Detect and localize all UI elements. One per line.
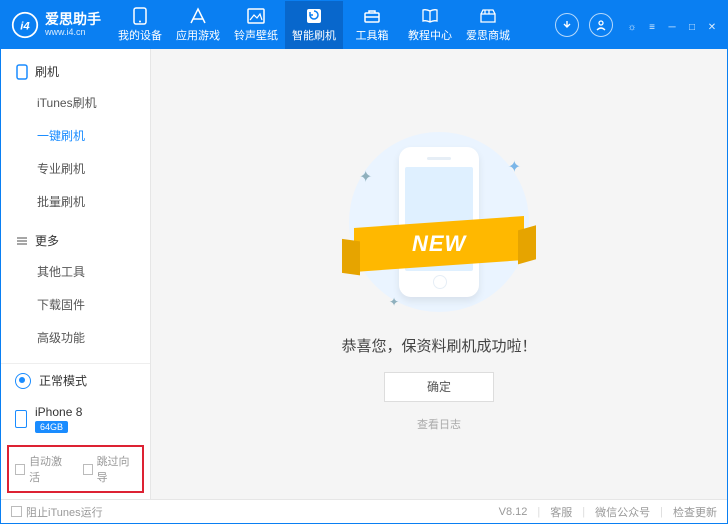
nav-store[interactable]: 爱思商城 <box>459 1 517 49</box>
menu-icon[interactable]: ≡ <box>645 20 659 34</box>
version-label: V8.12 <box>499 506 528 518</box>
minimize-icon[interactable]: ─ <box>665 20 679 34</box>
separator: | <box>660 506 663 518</box>
sparkle-icon: ✦ <box>359 167 372 187</box>
checkbox-icon <box>83 464 93 475</box>
image-icon <box>247 7 265 25</box>
apps-icon <box>189 7 207 25</box>
support-link[interactable]: 客服 <box>550 504 572 520</box>
success-illustration: ✦ ✦ ✦ NEW <box>339 127 539 317</box>
sidebar: 刷机 iTunes刷机 一键刷机 专业刷机 批量刷机 更多 其他工具 下 <box>1 49 151 499</box>
nav-label: 智能刷机 <box>292 27 336 43</box>
body: 刷机 iTunes刷机 一键刷机 专业刷机 批量刷机 更多 其他工具 下 <box>1 49 727 499</box>
logo[interactable]: i4 爱思助手 www.i4.cn <box>1 11 111 39</box>
check-skip-wizard[interactable]: 跳过向导 <box>83 453 137 485</box>
title-bar: i4 爱思助手 www.i4.cn 我的设备 应用游戏 <box>1 1 727 49</box>
sidebar-item-pro-flash[interactable]: 专业刷机 <box>1 152 150 185</box>
ok-button[interactable]: 确定 <box>384 372 494 402</box>
checkbox-icon <box>11 506 22 517</box>
nav-label: 教程中心 <box>408 27 452 43</box>
svg-text:i4: i4 <box>20 20 30 32</box>
sidebar-bottom: 正常模式 iPhone 8 64GB 自动激活 <box>1 363 150 499</box>
view-log-link[interactable]: 查看日志 <box>417 416 461 432</box>
brand-name: 爱思助手 <box>45 12 101 27</box>
status-bar: 阻止iTunes运行 V8.12 | 客服 | 微信公众号 | 检查更新 <box>1 499 727 523</box>
sidebar-group-more: 更多 其他工具 下载固件 高级功能 <box>1 226 150 354</box>
download-icon[interactable] <box>555 13 579 37</box>
sidebar-item-itunes-flash[interactable]: iTunes刷机 <box>1 86 150 119</box>
nav-label: 爱思商城 <box>466 27 510 43</box>
sidebar-item-oneclick-flash[interactable]: 一键刷机 <box>1 119 150 152</box>
sparkle-icon: ✦ <box>389 295 399 309</box>
window-controls: ☼ ≡ ─ □ ✕ <box>625 16 727 34</box>
sidebar-title-flash[interactable]: 刷机 <box>1 57 150 86</box>
mode-label: 正常模式 <box>39 372 87 389</box>
app-window: i4 爱思助手 www.i4.cn 我的设备 应用游戏 <box>0 0 728 524</box>
list-icon <box>15 234 29 248</box>
user-icon[interactable] <box>589 13 613 37</box>
skin-icon[interactable]: ☼ <box>625 20 639 34</box>
sidebar-item-download-firmware[interactable]: 下载固件 <box>1 288 150 321</box>
toolbox-icon <box>363 7 381 25</box>
nav-label: 我的设备 <box>118 27 162 43</box>
checkbox-icon <box>15 464 25 475</box>
separator: | <box>537 506 540 518</box>
wechat-link[interactable]: 微信公众号 <box>595 504 650 520</box>
device-mode[interactable]: 正常模式 <box>1 364 150 397</box>
nav-ringtones[interactable]: 铃声壁纸 <box>227 1 285 49</box>
nav-toolbox[interactable]: 工具箱 <box>343 1 401 49</box>
device-info[interactable]: iPhone 8 64GB <box>1 397 150 441</box>
check-label: 自动激活 <box>29 453 68 485</box>
check-label: 跳过向导 <box>97 453 136 485</box>
storage-badge: 64GB <box>35 421 68 433</box>
separator: | <box>582 506 585 518</box>
main-panel: ✦ ✦ ✦ NEW 恭喜您，保资料刷机成功啦！ 确定 查看日志 <box>151 49 727 499</box>
sparkle-icon: ✦ <box>508 157 521 177</box>
ribbon-text: NEW <box>412 231 466 257</box>
status-right: V8.12 | 客服 | 微信公众号 | 检查更新 <box>499 504 717 520</box>
nav-apps[interactable]: 应用游戏 <box>169 1 227 49</box>
sidebar-item-batch-flash[interactable]: 批量刷机 <box>1 185 150 218</box>
refresh-icon <box>305 7 323 25</box>
mode-dot-icon <box>15 373 31 389</box>
check-prevent-itunes[interactable]: 阻止iTunes运行 <box>11 504 103 520</box>
sidebar-title-label: 更多 <box>35 232 59 249</box>
book-icon <box>421 7 439 25</box>
success-message: 恭喜您，保资料刷机成功啦！ <box>341 335 536 356</box>
nav-label: 铃声壁纸 <box>234 27 278 43</box>
logo-icon: i4 <box>11 11 39 39</box>
check-auto-activate[interactable]: 自动激活 <box>15 453 69 485</box>
nav-label: 应用游戏 <box>176 27 220 43</box>
phone-icon <box>131 7 149 25</box>
highlighted-checks: 自动激活 跳过向导 <box>7 445 144 493</box>
phone-outline-icon <box>15 65 29 79</box>
sidebar-title-label: 刷机 <box>35 63 59 80</box>
close-icon[interactable]: ✕ <box>705 20 719 34</box>
nav-my-device[interactable]: 我的设备 <box>111 1 169 49</box>
maximize-icon[interactable]: □ <box>685 20 699 34</box>
device-phone-icon <box>15 410 27 428</box>
check-label: 阻止iTunes运行 <box>26 504 103 520</box>
sidebar-group-flash: 刷机 iTunes刷机 一键刷机 专业刷机 批量刷机 <box>1 57 150 218</box>
update-link[interactable]: 检查更新 <box>673 504 717 520</box>
store-icon <box>479 7 497 25</box>
sidebar-title-more[interactable]: 更多 <box>1 226 150 255</box>
sidebar-item-advanced[interactable]: 高级功能 <box>1 321 150 354</box>
nav-tutorials[interactable]: 教程中心 <box>401 1 459 49</box>
header-right <box>543 13 625 37</box>
brand-url: www.i4.cn <box>45 28 101 38</box>
device-name: iPhone 8 <box>35 405 82 419</box>
nav-label: 工具箱 <box>356 27 389 43</box>
nav-flash[interactable]: 智能刷机 <box>285 1 343 49</box>
sidebar-item-other-tools[interactable]: 其他工具 <box>1 255 150 288</box>
top-nav: 我的设备 应用游戏 铃声壁纸 智能刷机 <box>111 1 543 49</box>
